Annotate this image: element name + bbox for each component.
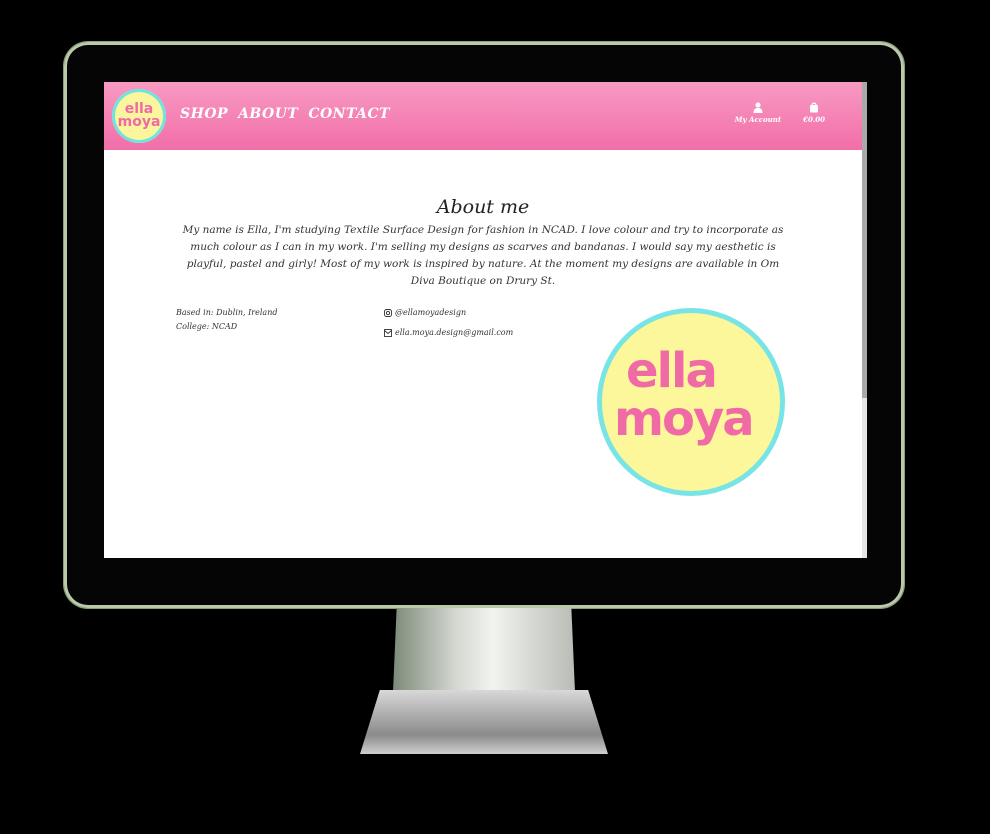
site-logo[interactable]: ella moya (112, 89, 166, 143)
scrollbar-thumb[interactable] (862, 82, 867, 398)
nav-shop[interactable]: SHOP (180, 106, 228, 122)
navbar: ella moya SHOP ABOUT CONTACT My Account (104, 82, 867, 150)
cart-button[interactable]: €0.00 (803, 102, 825, 124)
page-title: About me (436, 196, 530, 218)
about-text: My name is Ella, I'm studying Textile Su… (182, 224, 784, 287)
monitor-stand-base (360, 690, 608, 754)
logo-line2: moya (117, 114, 161, 130)
instagram-link[interactable]: @ellamoyadesign (384, 306, 513, 320)
browser-viewport: ella moya SHOP ABOUT CONTACT My Account (104, 82, 867, 558)
nav-utilities: My Account €0.00 (735, 102, 825, 124)
cart-total: €0.00 (803, 115, 825, 124)
big-logo-line2: moya (614, 391, 755, 447)
my-account-button[interactable]: My Account (735, 102, 781, 124)
brand-logo-large: ella moya (597, 308, 785, 496)
info-contact: @ellamoyadesign ella.moya.design@gmail.c… (384, 306, 513, 340)
nav-contact[interactable]: CONTACT (308, 106, 390, 122)
email-link[interactable]: ella.moya.design@gmail.com (384, 326, 513, 340)
scrollbar[interactable] (862, 82, 867, 558)
email-address: ella.moya.design@gmail.com (395, 328, 514, 337)
based-in-text: Based in: Dublin, Ireland (176, 308, 278, 317)
email-icon (384, 329, 392, 337)
instagram-handle: @ellamoyadesign (395, 308, 467, 317)
college-text: College: NCAD (176, 322, 238, 331)
nav-about[interactable]: ABOUT (238, 106, 298, 122)
shopping-bag-icon (810, 102, 819, 113)
user-icon (753, 102, 763, 113)
monitor-stand-neck (393, 608, 575, 692)
my-account-label: My Account (734, 115, 782, 124)
info-location: Based in: Dublin, Ireland College: NCAD (176, 306, 277, 334)
instagram-icon (384, 309, 392, 317)
main-nav: SHOP ABOUT CONTACT (180, 106, 390, 122)
